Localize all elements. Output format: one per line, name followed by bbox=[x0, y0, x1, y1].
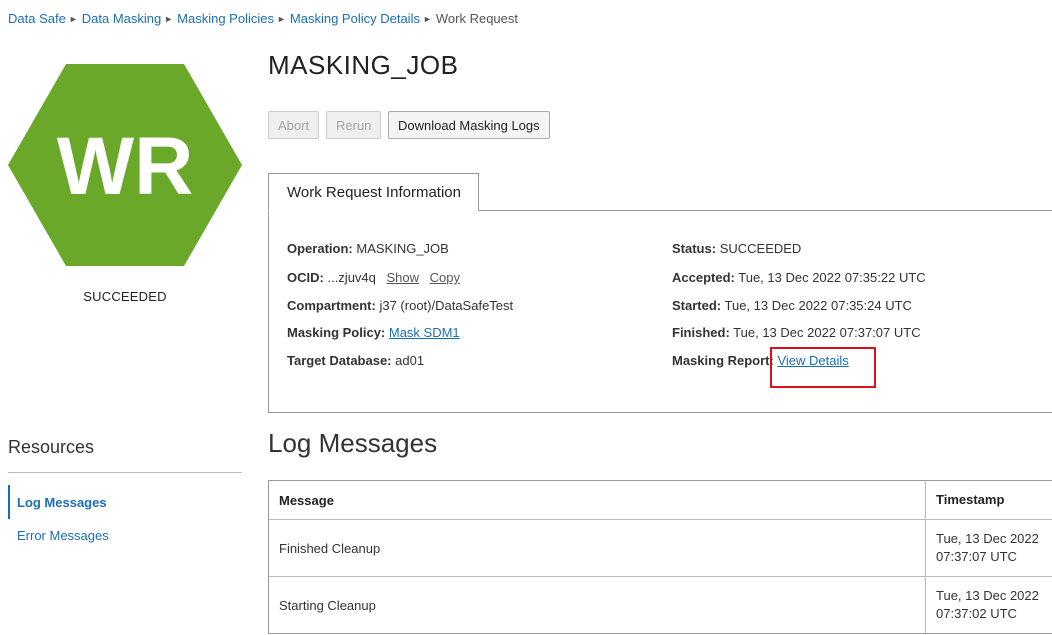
finished-label: Finished: bbox=[672, 325, 730, 340]
breadcrumb-data-masking[interactable]: Data Masking bbox=[82, 11, 161, 26]
info-masking-policy: Masking Policy: Mask SDM1 bbox=[287, 325, 460, 340]
finished-value: Tue, 13 Dec 2022 07:37:07 UTC bbox=[733, 325, 921, 340]
rerun-button[interactable]: Rerun bbox=[326, 111, 382, 139]
timestamp-time: 07:37:02 UTC bbox=[936, 606, 1017, 621]
badge-status: SUCCEEDED bbox=[83, 289, 167, 304]
message-cell: Finished Cleanup bbox=[269, 520, 926, 576]
info-target-database: Target Database: ad01 bbox=[287, 353, 424, 368]
column-header-timestamp[interactable]: Timestamp bbox=[926, 481, 1052, 519]
log-messages-title: Log Messages bbox=[268, 428, 438, 458]
resources-title: Resources bbox=[8, 437, 95, 457]
breadcrumb-data-safe[interactable]: Data Safe bbox=[8, 11, 66, 26]
timestamp-date: Tue, 13 Dec 2022 bbox=[936, 588, 1039, 603]
table-row: Starting Cleanup Tue, 13 Dec 2022 07:37:… bbox=[269, 576, 1052, 633]
chevron-right-icon: ► bbox=[164, 13, 174, 24]
info-status: Status: SUCCEEDED bbox=[672, 241, 801, 256]
breadcrumb-work-request: Work Request bbox=[435, 11, 519, 26]
timestamp-time: 07:37:07 UTC bbox=[936, 549, 1017, 564]
status-label: Status: bbox=[672, 241, 717, 256]
info-compartment: Compartment: j37 (root)/DataSafeTest bbox=[287, 298, 513, 313]
table-header: Message Timestamp bbox=[269, 481, 1052, 519]
accepted-value: Tue, 13 Dec 2022 07:35:22 UTC bbox=[738, 270, 926, 285]
timestamp-date: Tue, 13 Dec 2022 bbox=[936, 531, 1039, 546]
info-operation: Operation: MASKING_JOB bbox=[287, 241, 449, 256]
abort-button[interactable]: Abort bbox=[268, 111, 320, 139]
status-value: SUCCEEDED bbox=[719, 241, 802, 256]
compartment-label: Compartment: bbox=[287, 298, 376, 313]
operation-value: MASKING_JOB bbox=[356, 241, 449, 256]
compartment-value: j37 (root)/DataSafeTest bbox=[379, 298, 514, 313]
highlight-box bbox=[770, 347, 876, 388]
info-started: Started: Tue, 13 Dec 2022 07:35:24 UTC bbox=[672, 298, 912, 313]
masking-policy-label: Masking Policy: bbox=[287, 325, 386, 340]
target-database-value: ad01 bbox=[395, 353, 425, 368]
started-value: Tue, 13 Dec 2022 07:35:24 UTC bbox=[724, 298, 912, 313]
operation-label: Operation: bbox=[287, 241, 353, 256]
info-accepted: Accepted: Tue, 13 Dec 2022 07:35:22 UTC bbox=[672, 270, 926, 285]
chevron-right-icon: ► bbox=[422, 13, 432, 24]
timestamp-cell: Tue, 13 Dec 2022 07:37:02 UTC bbox=[926, 577, 1052, 633]
resources-divider bbox=[8, 472, 242, 473]
ocid-value: ...zjuv4q bbox=[327, 270, 376, 285]
work-request-hexagon-icon: WR bbox=[8, 64, 242, 266]
breadcrumb-masking-policy-details[interactable]: Masking Policy Details bbox=[290, 11, 420, 26]
log-messages-table: Message Timestamp Finished Cleanup Tue, … bbox=[268, 480, 1052, 634]
target-database-label: Target Database: bbox=[287, 353, 392, 368]
breadcrumb-masking-policies[interactable]: Masking Policies bbox=[177, 11, 274, 26]
resource-log-messages[interactable]: Log Messages bbox=[8, 485, 242, 519]
page-title: MASKING_JOB bbox=[268, 50, 459, 80]
resource-error-messages[interactable]: Error Messages bbox=[8, 518, 242, 552]
chevron-right-icon: ► bbox=[68, 13, 78, 24]
started-label: Started: bbox=[672, 298, 722, 313]
ocid-show-link[interactable]: Show bbox=[387, 270, 420, 285]
column-header-message[interactable]: Message bbox=[269, 481, 926, 519]
ocid-label: OCID: bbox=[287, 270, 324, 285]
table-row: Finished Cleanup Tue, 13 Dec 2022 07:37:… bbox=[269, 519, 1052, 576]
tab-work-request-information[interactable]: Work Request Information bbox=[268, 173, 479, 211]
ocid-copy-link[interactable]: Copy bbox=[430, 270, 460, 285]
timestamp-cell: Tue, 13 Dec 2022 07:37:07 UTC bbox=[926, 520, 1052, 576]
chevron-right-icon: ► bbox=[276, 13, 286, 24]
badge-text: WR bbox=[57, 121, 194, 212]
masking-report-label: Masking Report: bbox=[672, 353, 774, 368]
accepted-label: Accepted: bbox=[672, 270, 735, 285]
info-finished: Finished: Tue, 13 Dec 2022 07:37:07 UTC bbox=[672, 325, 921, 340]
message-cell: Starting Cleanup bbox=[269, 577, 926, 633]
info-ocid: OCID: ...zjuv4q Show Copy bbox=[287, 270, 460, 285]
breadcrumb: Data Safe ► Data Masking ► Masking Polic… bbox=[8, 11, 518, 26]
download-masking-logs-button[interactable]: Download Masking Logs bbox=[388, 111, 550, 139]
masking-policy-link[interactable]: Mask SDM1 bbox=[389, 325, 460, 340]
